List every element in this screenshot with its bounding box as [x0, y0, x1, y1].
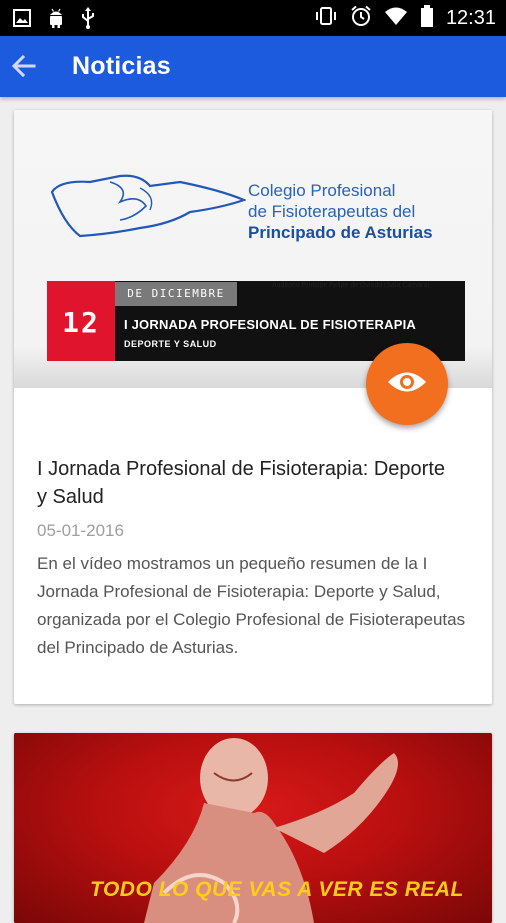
college-name-line1: Colegio Profesional	[248, 181, 396, 200]
app-bar: Noticias	[0, 36, 506, 97]
usb-icon	[80, 7, 96, 34]
page-title: Noticias	[72, 52, 171, 80]
view-button[interactable]	[366, 343, 448, 425]
vibrate-icon	[314, 6, 338, 31]
event-title: I JORNADA PROFESIONAL DE FISIOTERAPIA	[124, 317, 416, 332]
news-card[interactable]: TODO LO QUE VAS A VER ES REAL	[14, 733, 492, 923]
arrow-back-icon[interactable]	[8, 50, 40, 82]
event-month: DE DICIEMBRE	[115, 282, 237, 306]
news-tagline: TODO LO QUE VAS A VER ES REAL	[90, 878, 464, 901]
status-bar: 12:31	[0, 0, 506, 36]
news-summary: En el vídeo mostramos un pequeño resumen…	[37, 554, 466, 657]
alarm-icon	[350, 5, 372, 32]
event-venue: Auditorio Príncipe Felipe de Oviedo (Sal…	[272, 282, 430, 289]
battery-icon	[420, 5, 434, 32]
news-card[interactable]: Colegio Profesional de Fisioterapeutas d…	[14, 110, 492, 704]
college-logo	[50, 174, 246, 238]
college-name-line2: de Fisioterapeutas del	[248, 202, 416, 221]
event-subtitle: DEPORTE Y SALUD	[124, 339, 217, 349]
news-date: 05-01-2016	[37, 521, 124, 540]
college-name: Colegio Profesional de Fisioterapeutas d…	[248, 180, 433, 243]
image-icon	[12, 8, 32, 33]
event-day: 12	[62, 306, 100, 339]
news-title[interactable]: I Jornada Profesional de Fisioterapia: D…	[37, 455, 457, 511]
clock-time: 12:31	[445, 7, 496, 29]
android-icon	[46, 7, 66, 34]
wifi-icon	[384, 6, 408, 31]
college-name-line3: Principado de Asturias	[248, 223, 433, 242]
eye-icon	[386, 369, 428, 400]
